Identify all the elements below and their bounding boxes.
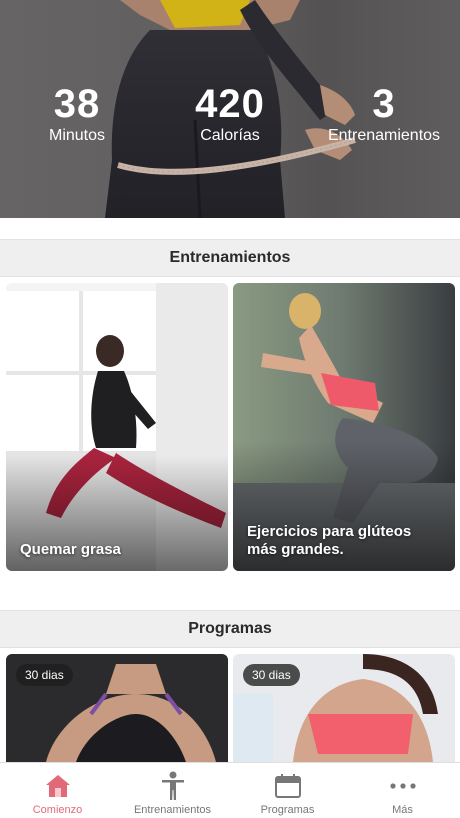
person-icon xyxy=(158,771,188,801)
tab-home-label: Comienzo xyxy=(32,804,83,816)
stat-calories-label: Calorías xyxy=(200,127,260,144)
stat-calories: 420 Calorías xyxy=(180,84,280,146)
workout-card-image xyxy=(6,283,228,571)
hero-banner: 38 Minutos 420 Calorías 3 Entrenamientos xyxy=(0,0,460,218)
stat-minutes: 38 Minutos xyxy=(38,84,116,146)
stat-workouts: 3 Entrenamientos xyxy=(322,84,446,146)
section-header-programs: Programas xyxy=(0,610,460,648)
workout-card-title: Quemar grasa xyxy=(20,541,121,558)
workout-card-burn-fat[interactable]: Quemar grasa xyxy=(6,283,228,571)
tab-home[interactable]: Comienzo xyxy=(0,763,115,818)
tab-workouts-label: Entrenamientos xyxy=(133,804,212,816)
stat-workouts-value: 3 xyxy=(372,82,396,126)
section-header-workouts: Entrenamientos xyxy=(0,239,460,277)
home-icon xyxy=(43,771,73,801)
stat-minutes-value: 38 xyxy=(53,82,101,126)
section-title-workouts: Entrenamientos xyxy=(169,249,291,266)
tab-more[interactable]: Más xyxy=(345,763,460,818)
tab-programs[interactable]: Programas xyxy=(230,763,345,818)
calendar-icon xyxy=(273,771,303,801)
stat-workouts-label: Entrenamientos xyxy=(327,127,441,144)
tab-workouts[interactable]: Entrenamientos xyxy=(115,763,230,818)
section-title-programs: Programas xyxy=(188,620,272,637)
more-icon xyxy=(388,771,418,801)
program-card-2[interactable]: 30 dias xyxy=(233,654,455,762)
bottom-tab-bar: Comienzo Entrenamientos Programas Más xyxy=(0,762,460,818)
workout-card-title: Ejercicios para glúteos más grandes. xyxy=(247,523,412,558)
tab-programs-label: Programas xyxy=(260,804,315,816)
stat-minutes-label: Minutos xyxy=(48,127,106,144)
program-card-1[interactable]: 30 dias xyxy=(6,654,228,762)
workout-card-glutes[interactable]: Ejercicios para glúteos más grandes. xyxy=(233,283,455,571)
duration-badge: 30 dias xyxy=(243,664,300,686)
duration-badge: 30 dias xyxy=(16,664,73,686)
stat-calories-value: 420 xyxy=(195,82,265,126)
tab-more-label: Más xyxy=(392,804,413,816)
